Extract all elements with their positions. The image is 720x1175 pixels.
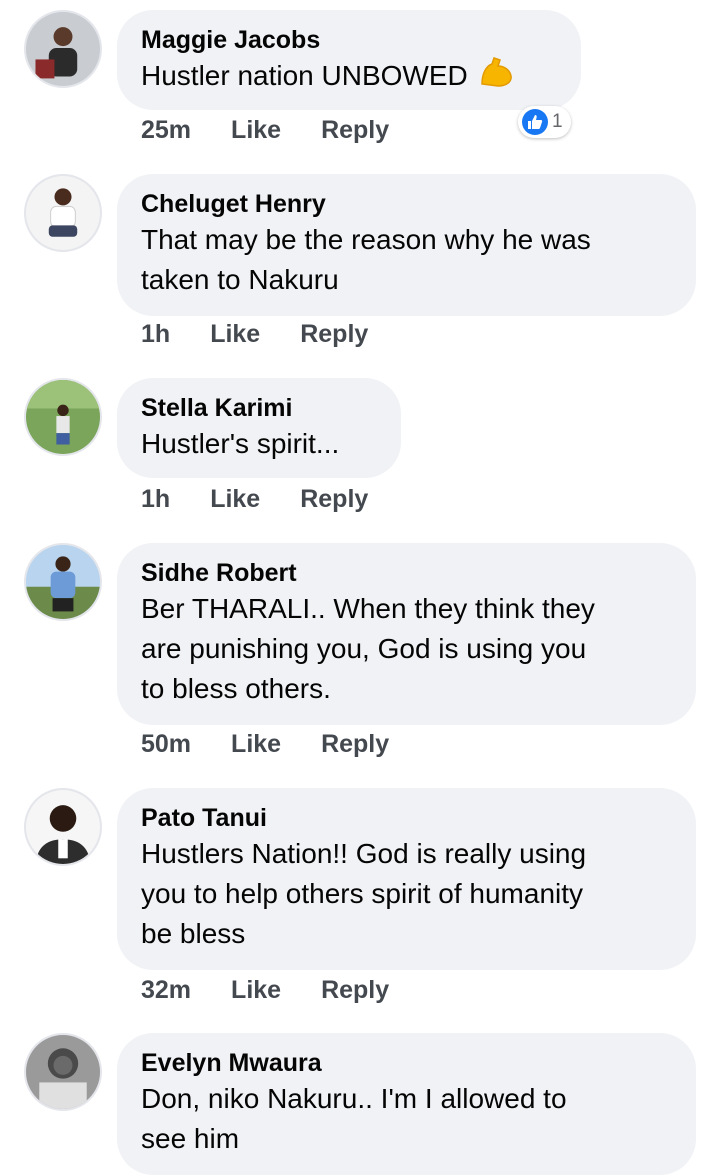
commenter-name[interactable]: Pato Tanui [141, 802, 672, 834]
comment-line: are punishing you, God is using you [141, 633, 587, 664]
comment-bubble[interactable]: Stella Karimi Hustler's spirit... [117, 378, 401, 478]
avatar[interactable] [24, 788, 102, 866]
comment-bubble[interactable]: Evelyn Mwaura Don, niko Nakuru.. I'm I a… [117, 1033, 696, 1175]
comment-line: Hustler's spirit... [141, 428, 340, 459]
comment-line: to bless others. [141, 673, 331, 704]
comment-time: 1h [141, 485, 171, 513]
avatar[interactable] [24, 174, 102, 252]
reply-button[interactable]: Reply [300, 485, 368, 514]
like-button[interactable]: Like [231, 116, 281, 145]
comment-actions: 50m Like Reply [141, 730, 389, 759]
comment-line: Hustler nation UNBOWED [141, 60, 468, 91]
reply-button[interactable]: Reply [321, 976, 389, 1005]
reaction-count: 1 [552, 111, 563, 132]
comment-bubble[interactable]: Cheluget Henry That may be the reason wh… [117, 174, 696, 316]
comment-line: see him [141, 1123, 240, 1154]
commenter-name[interactable]: Evelyn Mwaura [141, 1047, 672, 1079]
reply-button[interactable]: Reply [321, 116, 389, 145]
commenter-name[interactable]: Maggie Jacobs [141, 24, 557, 56]
like-button[interactable]: Like [231, 730, 281, 759]
comment-actions: 25m Like Reply [141, 116, 389, 145]
comment-actions: 1h Like Reply [141, 485, 368, 514]
comment-line: That may be the reason why he was [141, 224, 591, 255]
commenter-name[interactable]: Stella Karimi [141, 392, 377, 424]
like-button[interactable]: Like [210, 320, 260, 349]
comment-time: 32m [141, 976, 192, 1004]
avatar[interactable] [24, 1033, 102, 1111]
comment-text: Hustler nation UNBOWED [141, 56, 557, 99]
like-button[interactable]: Like [231, 976, 281, 1005]
comment-actions: 32m Like Reply [141, 976, 389, 1005]
comment-time: 50m [141, 730, 192, 758]
comment-actions: 1h Like Reply [141, 320, 368, 349]
thumbs-up-icon [522, 109, 548, 135]
commenter-name[interactable]: Cheluget Henry [141, 188, 672, 220]
reply-button[interactable]: Reply [300, 320, 368, 349]
comment-line: you to help others spirit of humanity [141, 878, 584, 909]
reply-button[interactable]: Reply [321, 730, 389, 759]
comment-time: 25m [141, 116, 192, 144]
avatar[interactable] [24, 378, 102, 456]
avatar[interactable] [24, 10, 102, 88]
comment-bubble[interactable]: Maggie Jacobs Hustler nation UNBOWED [117, 10, 581, 110]
flexed-biceps-icon [478, 56, 514, 99]
commenter-name[interactable]: Sidhe Robert [141, 557, 672, 589]
comment-time: 1h [141, 320, 171, 348]
avatar[interactable] [24, 543, 102, 621]
comment-line: taken to Nakuru [141, 264, 339, 295]
comment-bubble[interactable]: Sidhe Robert Ber THARALI.. When they thi… [117, 543, 696, 725]
like-button[interactable]: Like [210, 485, 260, 514]
comment-line: be bless [141, 918, 246, 949]
comment-line: Hustlers Nation!! God is really using [141, 838, 587, 869]
reaction-summary[interactable]: 1 [518, 106, 571, 138]
comment-bubble[interactable]: Pato Tanui Hustlers Nation!! God is real… [117, 788, 696, 970]
comment-line: Ber THARALI.. When they think they [141, 593, 595, 624]
comment-line: Don, niko Nakuru.. I'm I allowed to [141, 1083, 567, 1114]
